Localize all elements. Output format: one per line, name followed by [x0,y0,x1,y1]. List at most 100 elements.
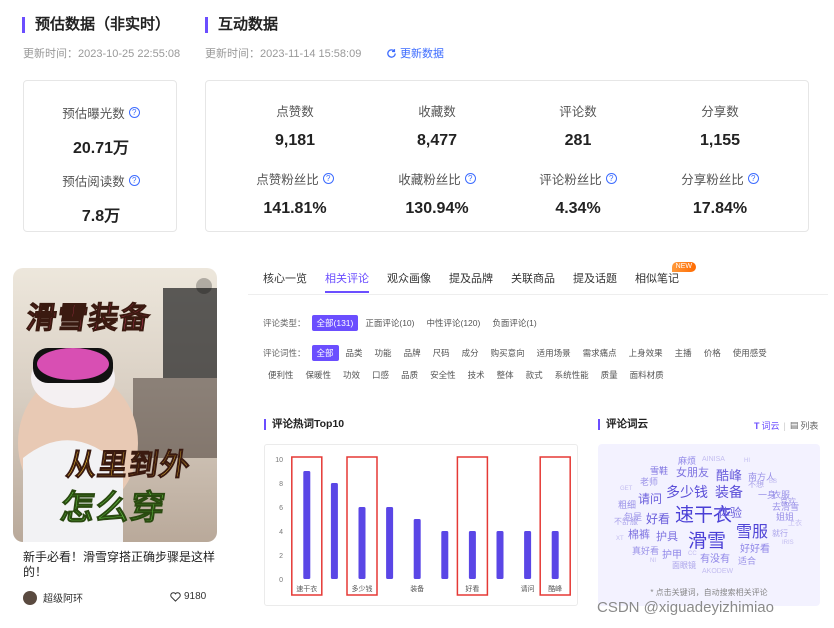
chip-word-14[interactable]: 保暖性 [301,367,337,383]
chip-word-10[interactable]: 主播 [670,345,697,361]
tab-topics[interactable]: 提及话题 [564,271,626,295]
metric-label: 点赞数 [276,105,314,119]
chip-type-neutral[interactable]: 中性评论(120) [421,315,485,331]
chip-word-0[interactable]: 全部 [311,345,339,361]
cloud-word[interactable]: 装备 [715,482,743,502]
filter-label: 评论类型： [263,318,306,328]
cloud-word[interactable]: HI [744,458,750,464]
chip-word-2[interactable]: 功能 [370,345,397,361]
cloud-word[interactable]: 老师 [640,475,658,488]
bar[interactable] [413,519,421,579]
cloud-word[interactable]: XT [616,536,624,542]
cloud-word[interactable]: 雪服 [736,518,768,542]
help-icon[interactable]: ? [128,175,140,186]
chip-word-20[interactable]: 整体 [492,367,519,383]
x-tick-label: 好看 [465,584,479,593]
tab-brands[interactable]: 提及品牌 [440,271,502,295]
tab-products[interactable]: 关联商品 [502,271,564,295]
bar[interactable] [551,531,559,579]
cloud-word[interactable]: 护甲 [662,546,682,561]
chip-type-positive[interactable]: 正面评论(10) [360,315,419,331]
chip-word-4[interactable]: 尺码 [428,345,455,361]
metric-value: 281 [564,132,592,149]
tab-core-overview[interactable]: 核心一览 [254,271,316,295]
cloud-word[interactable]: NI [650,558,656,564]
cloud-word[interactable]: 适合 [738,554,756,567]
tab-audience[interactable]: 观众画像 [378,271,440,295]
help-icon[interactable]: ? [128,107,140,118]
view-list-button[interactable]: ▤ 列表 [790,419,819,432]
cover-text-mid: 从里到外 [64,449,194,483]
chip-word-15[interactable]: 功效 [338,367,365,383]
cloud-word[interactable]: 护具 [656,528,678,544]
chip-word-22[interactable]: 系统性能 [550,367,594,383]
metric-label: 预估曝光数 [62,107,125,121]
bar[interactable] [468,531,476,579]
chip-word-19[interactable]: 技术 [463,367,490,383]
wordcloud: 麻烦 AINISA HI 雪鞋 女朋友 酷峰 南方人 老师 不想 BB GET 多少钱 装备 一身 衣服 请问… [598,444,820,584]
chip-word-1[interactable]: 品类 [341,345,368,361]
tab-related-comments[interactable]: 相关评论 [316,271,378,295]
chip-word-24[interactable]: 面料材质 [625,367,669,383]
chip-word-12[interactable]: 使用感受 [728,345,772,361]
post-title[interactable]: 新手必看！滑雪穿搭正确步骤是这样的！ [23,550,219,580]
chip-type-negative[interactable]: 负面评论(1) [487,315,541,331]
view-cloud-button[interactable]: T 词云 [754,419,780,432]
cloud-word[interactable]: 请问 [638,490,662,507]
tab-label: 相关评论 [325,273,369,285]
cloud-word[interactable]: 面眼镜 [672,560,696,571]
post-cover-image[interactable]: 滑雪装备 从里到外 怎么穿 [13,268,217,542]
cloud-word[interactable]: CC [688,551,697,557]
chip-word-17[interactable]: 品质 [396,367,423,383]
cloud-word[interactable]: 好好看 [740,540,770,555]
tab-similar-notes[interactable]: 相似笔记 NEW [626,262,696,295]
bar[interactable] [496,531,504,579]
bar[interactable] [358,507,366,579]
bar[interactable] [330,483,338,579]
metric-likes: 点赞数 9,181 [230,101,360,150]
chip-type-all[interactable]: 全部(131) [311,315,359,331]
chip-word-8[interactable]: 需求痛点 [578,345,622,361]
cloud-word[interactable]: 就行 [772,528,788,539]
chip-word-21[interactable]: 款式 [521,367,548,383]
bar[interactable] [441,531,449,579]
cloud-word[interactable]: 好看 [646,510,670,527]
refresh-data-button[interactable]: 更新数据 [386,45,444,61]
chip-word-7[interactable]: 适用场景 [532,345,576,361]
cloud-word[interactable]: AINISA [702,456,725,463]
cloud-word[interactable]: 多少钱 [666,482,708,502]
chip-word-3[interactable]: 品牌 [399,345,426,361]
chip-word-16[interactable]: 口感 [367,367,394,383]
avatar [23,590,37,605]
cloud-word[interactable]: 滑雪 [688,526,726,553]
chip-word-9[interactable]: 上身效果 [624,345,668,361]
help-icon[interactable]: ? [322,173,334,184]
help-icon[interactable]: ? [464,173,476,184]
post-author[interactable]: 超级阿环 [23,590,83,605]
cloud-word[interactable]: IRIS [782,540,794,546]
cloud-word[interactable]: 女朋友 [676,464,709,480]
help-icon[interactable]: ? [747,173,759,184]
hotwords-bar-chart: 0 2 4 6 8 10 速干衣 多少钱 装备 好看 请问 酷峰 [275,456,571,596]
chip-word-18[interactable]: 安全性 [425,367,461,383]
author-name: 超级阿环 [43,594,83,605]
help-icon[interactable]: ? [605,173,617,184]
cloud-word[interactable]: 有没有 [700,550,730,565]
chip-word-5[interactable]: 成分 [457,345,484,361]
cloud-word[interactable]: BB [769,479,777,485]
bar[interactable] [524,531,532,579]
metric-like-fan-ratio: 点赞粉丝比? 141.81% [230,169,360,218]
cloud-word[interactable]: GET [620,486,632,492]
chip-word-13[interactable]: 便利性 [263,367,299,383]
wordcloud-title: 评论词云 [598,419,648,430]
cloud-word[interactable]: 真好看 [632,544,659,557]
bar[interactable] [386,507,394,579]
bar[interactable] [303,471,311,579]
chip-word-11[interactable]: 价格 [699,345,726,361]
cloud-word[interactable]: 上衣 [788,518,802,528]
cloud-word[interactable]: 棉裤 [628,526,650,542]
chip-word-6[interactable]: 购买意向 [486,345,530,361]
chip-word-23[interactable]: 质量 [596,367,623,383]
metric-value: 8,477 [416,132,458,149]
cloud-word[interactable]: AKODEW [702,568,733,575]
